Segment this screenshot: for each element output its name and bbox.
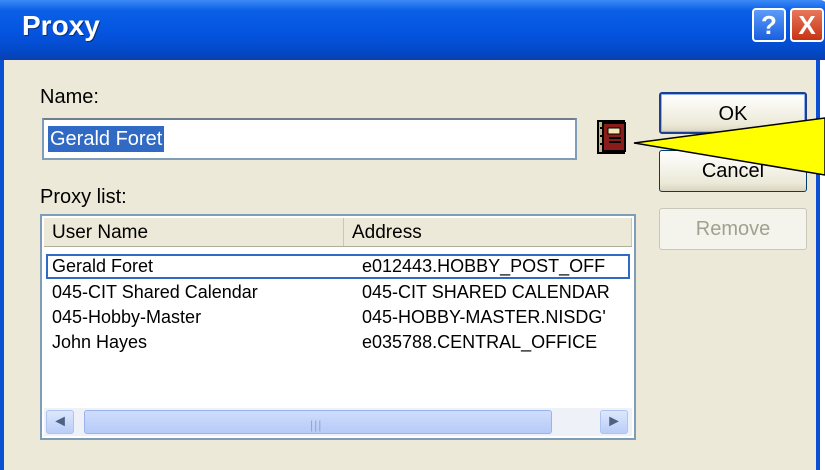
row-user-name: Gerald Foret <box>52 256 154 276</box>
proxy-listview[interactable]: User Name Address Gerald Foret e012443.H… <box>40 214 636 440</box>
title-bar[interactable]: Proxy ? X <box>0 0 825 60</box>
address-book-icon[interactable] <box>592 116 634 158</box>
table-row[interactable]: John Hayes e035788.CENTRAL_OFFICE <box>46 330 630 355</box>
list-header: User Name Address <box>44 218 632 247</box>
row-user-name: John Hayes <box>52 332 148 352</box>
scrollbar-thumb[interactable]: ||| <box>84 410 552 434</box>
row-address: 045-CIT SHARED CALENDAR <box>362 282 610 302</box>
name-value: Gerald Foret <box>48 126 165 152</box>
table-row[interactable]: 045-CIT Shared Calendar 045-CIT SHARED C… <box>46 280 630 305</box>
cancel-button[interactable]: Cancel <box>659 150 807 192</box>
proxy-dialog: Proxy ? X Name: Gerald Foret Proxy list:… <box>0 0 825 470</box>
chevron-left-icon: ◄ <box>52 413 68 430</box>
row-address: e035788.CENTRAL_OFFICE <box>362 332 598 352</box>
row-user-name: 045-Hobby-Master <box>52 307 202 327</box>
row-user-name: 045-CIT Shared Calendar <box>52 282 258 302</box>
grip-icon: ||| <box>310 418 323 432</box>
horizontal-scrollbar[interactable]: ◄ ||| ► <box>44 408 632 436</box>
column-header-address[interactable]: Address <box>344 218 632 246</box>
row-address: 045-HOBBY-MASTER.NISDG' <box>362 307 606 327</box>
ok-button[interactable]: OK <box>659 92 807 134</box>
proxy-list-label: Proxy list: <box>40 186 127 208</box>
scroll-left-button[interactable]: ◄ <box>46 410 74 434</box>
window-title: Proxy <box>22 10 100 41</box>
chevron-right-icon: ► <box>606 413 622 430</box>
remove-button[interactable]: Remove <box>659 208 807 250</box>
help-button[interactable]: ? <box>752 8 786 42</box>
close-button[interactable]: X <box>790 8 824 42</box>
name-input[interactable]: Gerald Foret <box>42 118 577 160</box>
table-row[interactable]: 045-Hobby-Master 045-HOBBY-MASTER.NISDG' <box>46 305 630 330</box>
scroll-right-button[interactable]: ► <box>600 410 628 434</box>
column-header-user-name[interactable]: User Name <box>44 218 344 246</box>
name-label: Name: <box>40 86 99 108</box>
row-address: e012443.HOBBY_POST_OFF <box>362 256 606 276</box>
table-row[interactable]: Gerald Foret e012443.HOBBY_POST_OFF <box>46 254 630 279</box>
